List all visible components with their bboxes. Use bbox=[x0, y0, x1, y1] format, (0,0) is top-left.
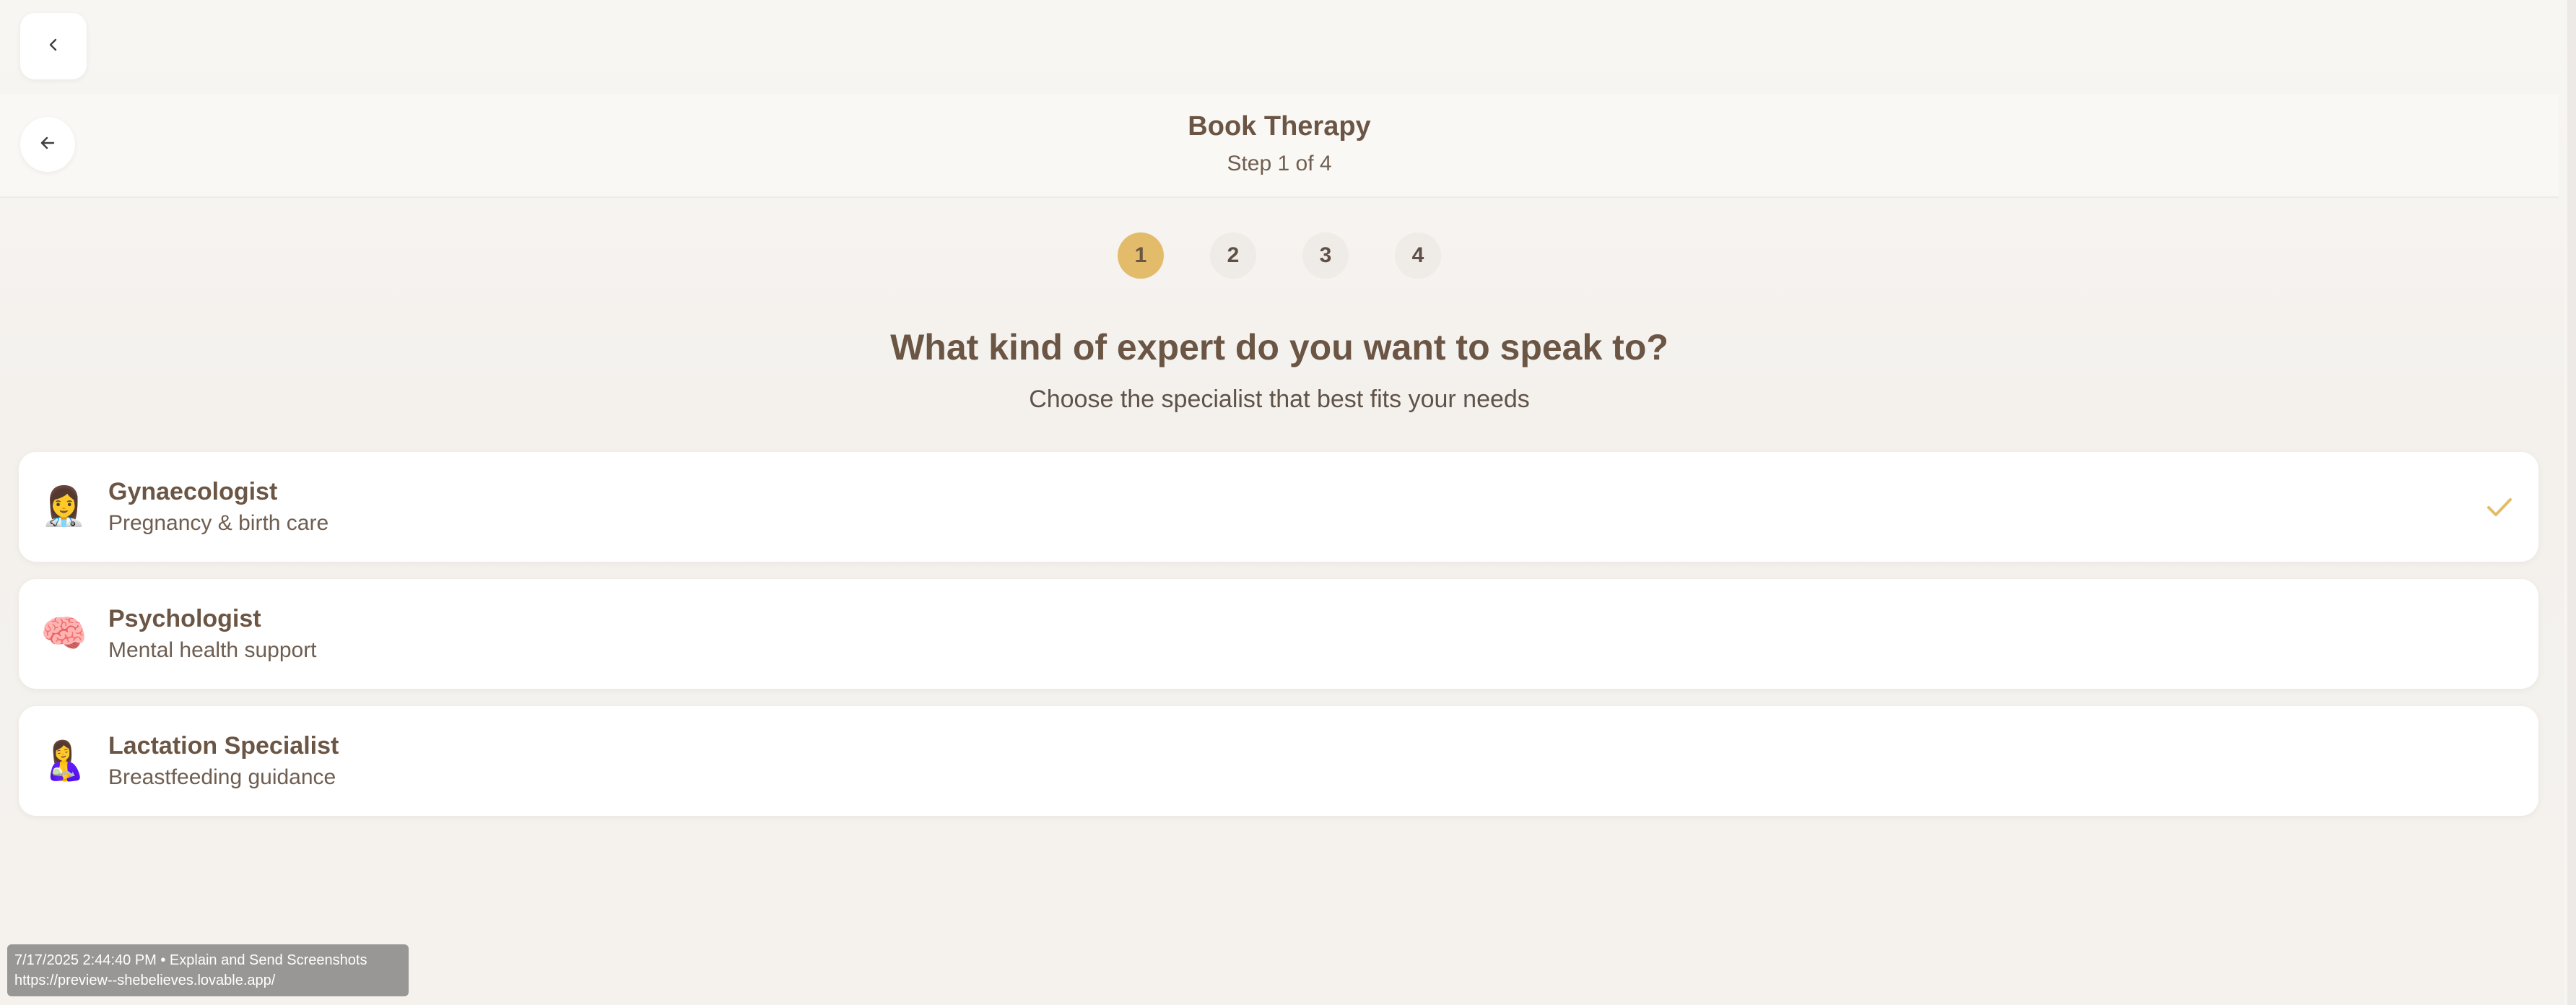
option-lactation-specialist[interactable]: 🤱 Lactation Specialist Breastfeeding gui… bbox=[19, 706, 2538, 816]
option-description: Breastfeeding guidance bbox=[108, 765, 336, 789]
brain-icon: 🧠 bbox=[40, 613, 87, 655]
chevron-left-icon bbox=[45, 37, 61, 56]
screenshot-info-overlay: 7/17/2025 2:44:40 PM • Explain and Send … bbox=[7, 944, 409, 996]
step-1: 1 bbox=[1118, 232, 1164, 279]
step-indicator-text: Step 1 of 4 bbox=[1227, 152, 1332, 175]
option-psychologist[interactable]: 🧠 Psychologist Mental health support bbox=[19, 579, 2538, 689]
woman-health-worker-icon: 👩‍⚕️ bbox=[40, 486, 87, 528]
option-gynaecologist[interactable]: 👩‍⚕️ Gynaecologist Pregnancy & birth car… bbox=[19, 452, 2538, 562]
step-progress: 1 2 3 4 bbox=[0, 232, 2559, 279]
step-4: 4 bbox=[1395, 232, 1441, 279]
page-header: Book Therapy Step 1 of 4 bbox=[0, 94, 2559, 198]
overlay-url: https://preview--shebelieves.lovable.app… bbox=[14, 973, 276, 988]
browser-back-button[interactable] bbox=[20, 13, 87, 79]
option-title: Gynaecologist bbox=[108, 478, 278, 505]
overlay-timestamp: 7/17/2025 2:44:40 PM • Explain and Send … bbox=[14, 952, 367, 968]
check-icon bbox=[2482, 490, 2517, 524]
question-subtitle: Choose the specialist that best fits you… bbox=[1029, 386, 1530, 413]
option-title: Lactation Specialist bbox=[108, 732, 339, 760]
step-3: 3 bbox=[1302, 232, 1349, 279]
option-description: Pregnancy & birth care bbox=[108, 511, 329, 535]
question-heading: What kind of expert do you want to speak… bbox=[890, 327, 1668, 367]
scrollbar[interactable] bbox=[2567, 0, 2576, 1005]
breastfeeding-icon: 🤱 bbox=[40, 740, 87, 782]
page-title: Book Therapy bbox=[1188, 111, 1371, 142]
step-2: 2 bbox=[1210, 232, 1256, 279]
option-description: Mental health support bbox=[108, 638, 317, 662]
option-title: Psychologist bbox=[108, 605, 261, 632]
